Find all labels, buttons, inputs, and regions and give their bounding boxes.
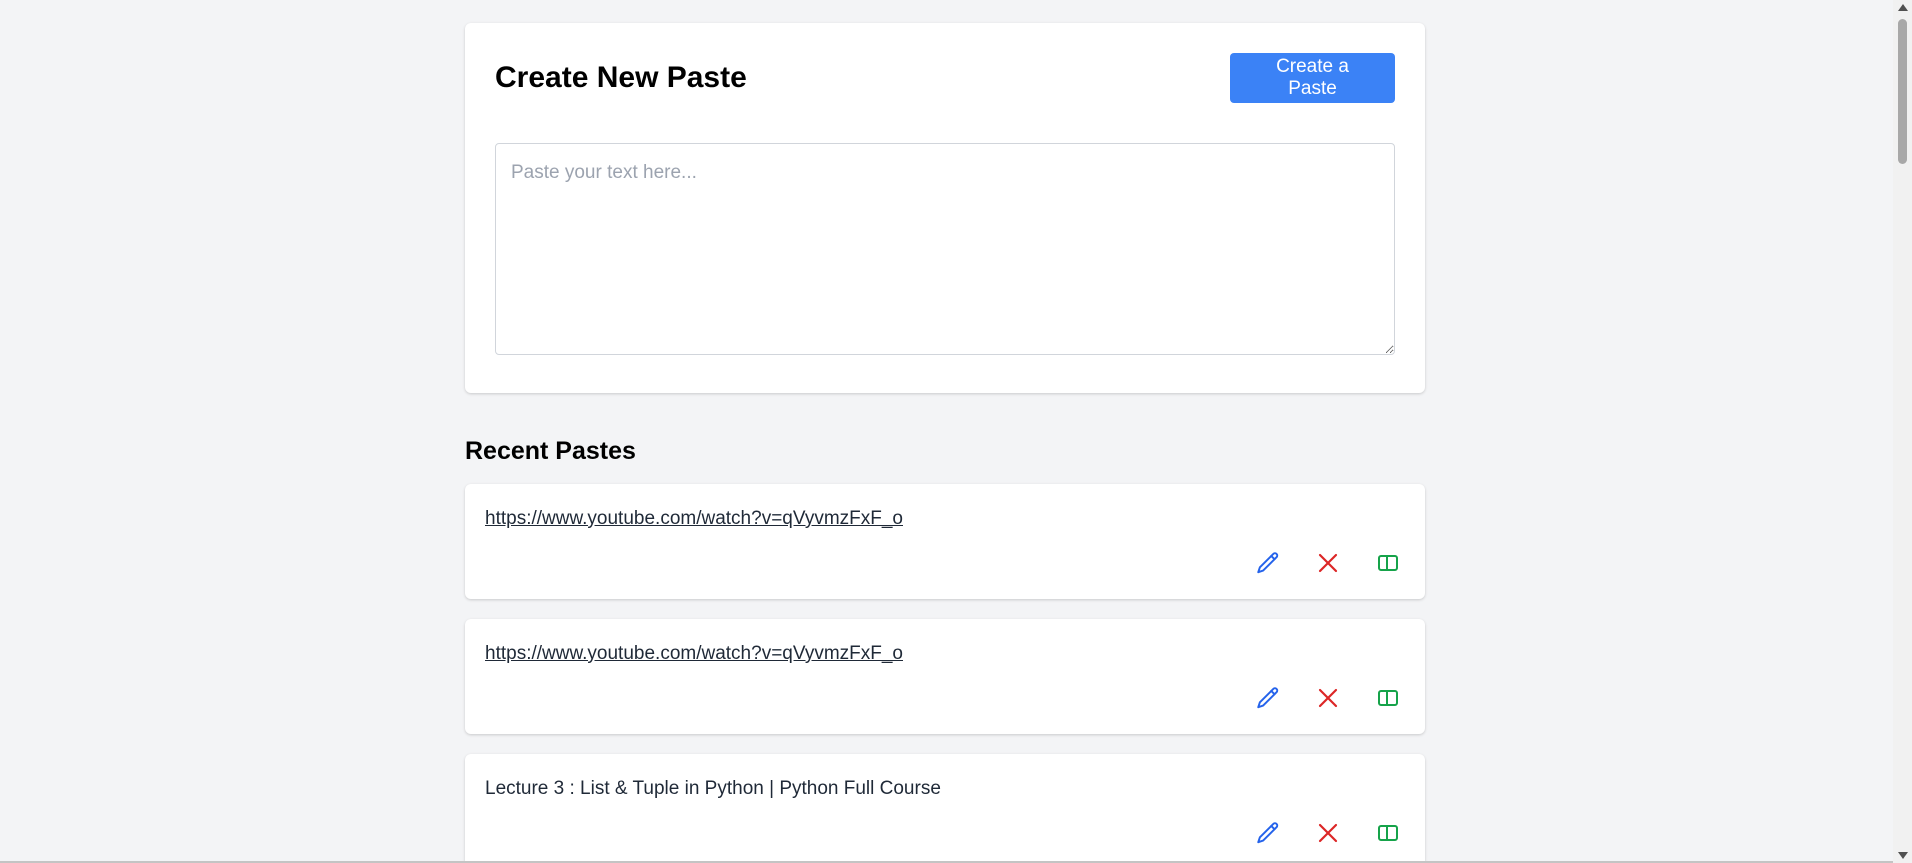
paste-item-text[interactable]: https://www.youtube.com/watch?v=qVyvmzFx… [485,643,903,664]
create-paste-header: Create New Paste Create a Paste [495,53,1395,103]
create-paste-button[interactable]: Create a Paste [1230,53,1395,103]
close-icon [1318,553,1338,573]
close-icon [1318,823,1338,843]
copy-icon [1378,825,1398,841]
paste-item: Lecture 3 : List & Tuple in Python | Pyt… [465,754,1425,863]
main-container: Create New Paste Create a Paste Recent P… [465,23,1425,863]
delete-button[interactable] [1313,818,1343,848]
copy-button[interactable] [1373,548,1403,578]
paste-actions [1253,548,1403,578]
recent-pastes-title: Recent Pastes [465,437,636,465]
copy-icon [1378,555,1398,571]
close-icon [1318,688,1338,708]
scrollbar-thumb[interactable] [1898,19,1907,164]
edit-button[interactable] [1253,683,1283,713]
paste-item-text[interactable]: https://www.youtube.com/watch?v=qVyvmzFx… [485,508,903,529]
pencil-icon [1257,822,1279,844]
page-viewport: Create New Paste Create a Paste Recent P… [0,0,1893,863]
delete-button[interactable] [1313,548,1343,578]
edit-button[interactable] [1253,818,1283,848]
paste-item-text: Lecture 3 : List & Tuple in Python | Pyt… [485,778,941,799]
paste-item: https://www.youtube.com/watch?v=qVyvmzFx… [465,484,1425,599]
scroll-down-arrow-icon[interactable] [1898,852,1908,859]
copy-icon [1378,690,1398,706]
pencil-icon [1257,552,1279,574]
paste-actions [1253,818,1403,848]
vertical-scrollbar[interactable] [1893,0,1912,863]
copy-button[interactable] [1373,683,1403,713]
pencil-icon [1257,687,1279,709]
create-paste-card: Create New Paste Create a Paste [465,23,1425,393]
paste-list: https://www.youtube.com/watch?v=qVyvmzFx… [465,484,1425,863]
copy-button[interactable] [1373,818,1403,848]
edit-button[interactable] [1253,548,1283,578]
paste-item: https://www.youtube.com/watch?v=qVyvmzFx… [465,619,1425,734]
page-title: Create New Paste [495,61,747,94]
paste-actions [1253,683,1403,713]
delete-button[interactable] [1313,683,1343,713]
paste-textarea[interactable] [495,143,1395,355]
scroll-up-arrow-icon[interactable] [1898,4,1908,11]
